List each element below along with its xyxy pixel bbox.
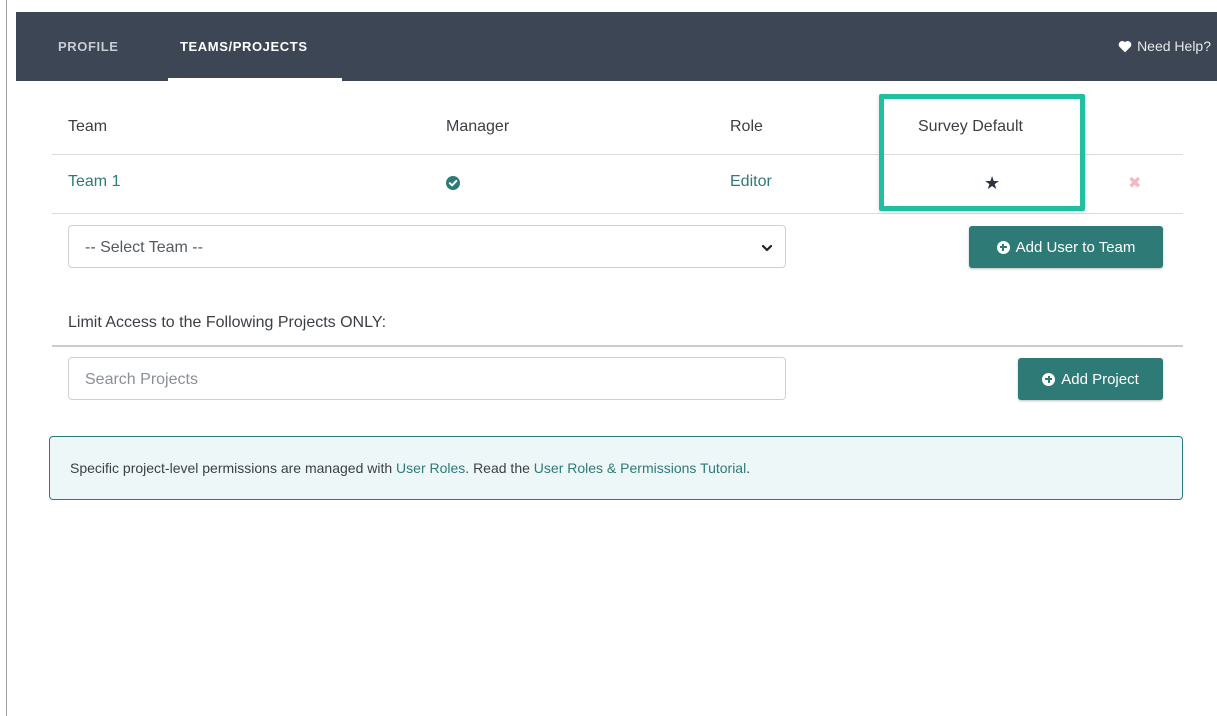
need-help-label: Need Help? xyxy=(1137,38,1211,54)
need-help-link[interactable]: Need Help? xyxy=(1118,12,1211,81)
plus-circle-icon xyxy=(1042,372,1056,386)
add-project-button[interactable]: Add Project xyxy=(1018,358,1163,400)
projects-section-label: Limit Access to the Following Projects O… xyxy=(68,314,387,331)
info-text-1: Specific project-level permissions are m… xyxy=(70,460,397,476)
header-role: Role xyxy=(730,118,763,135)
chevron-down-icon xyxy=(761,241,773,259)
team-name-link[interactable]: Team 1 xyxy=(68,173,120,191)
table-row-divider xyxy=(52,213,1183,214)
header-team: Team xyxy=(68,118,108,135)
info-text-2: . Read the xyxy=(465,460,534,476)
permissions-info-box: Specific project-level permissions are m… xyxy=(49,436,1183,500)
team-select-value: -- Select Team -- xyxy=(85,239,203,256)
user-roles-tutorial-link[interactable]: User Roles & Permissions Tutorial xyxy=(534,460,746,476)
projects-divider xyxy=(52,345,1183,347)
plus-circle-icon xyxy=(996,240,1010,254)
tab-profile[interactable]: PROFILE xyxy=(58,12,119,81)
left-border xyxy=(6,0,7,716)
search-projects-input[interactable]: Search Projects xyxy=(68,357,786,400)
add-user-to-team-button[interactable]: Add User to Team xyxy=(969,226,1163,268)
header-manager: Manager xyxy=(446,118,510,135)
top-nav-bar: PROFILE TEAMS/PROJECTS Need Help? xyxy=(16,12,1217,81)
heart-icon xyxy=(1118,40,1132,53)
role-link[interactable]: Editor xyxy=(730,173,772,191)
search-projects-placeholder: Search Projects xyxy=(85,371,198,388)
survey-default-highlight xyxy=(879,94,1085,211)
info-text-3: . xyxy=(746,460,751,476)
check-circle-icon xyxy=(446,176,460,190)
active-tab-indicator xyxy=(168,78,342,81)
add-user-label: Add User to Team xyxy=(1015,238,1136,256)
team-select[interactable]: -- Select Team -- xyxy=(68,225,786,268)
close-icon[interactable]: ✖ xyxy=(1128,175,1141,193)
user-roles-link[interactable]: User Roles xyxy=(396,460,465,476)
add-project-label: Add Project xyxy=(1061,370,1139,388)
tab-teams-projects[interactable]: TEAMS/PROJECTS xyxy=(180,12,308,81)
